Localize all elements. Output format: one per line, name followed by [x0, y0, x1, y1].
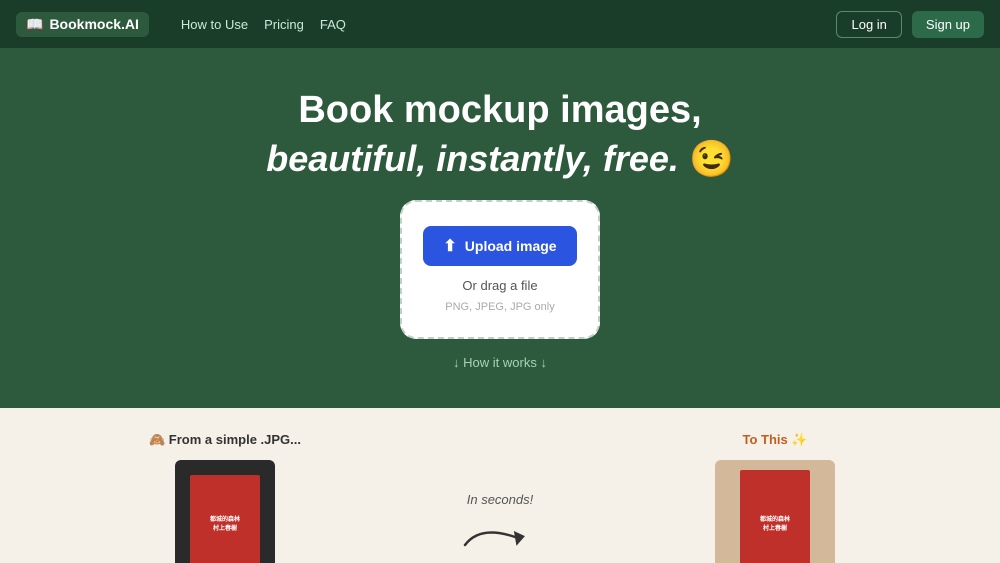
login-button[interactable]: Log in: [836, 11, 901, 38]
how-it-works-link[interactable]: ↓ How it works ↓: [20, 355, 980, 370]
in-seconds-label: In seconds!: [410, 492, 590, 507]
nav-links: How to Use Pricing FAQ: [181, 17, 346, 32]
drag-text: Or drag a file: [422, 278, 578, 293]
navbar-right: Log in Sign up: [836, 11, 984, 38]
navbar: 📖 Bookmock.AI How to Use Pricing FAQ Log…: [0, 0, 1000, 48]
main-content: Book mockup images, beautiful, instantly…: [0, 0, 1000, 563]
upload-box: ⬆ Upload image Or drag a file PNG, JPEG,…: [400, 200, 600, 339]
bottom-middle: In seconds!: [410, 432, 590, 555]
logo-text: Bookmock.AI: [49, 16, 138, 32]
source-book-text: 都城的森林村上春樹: [210, 516, 240, 534]
logo[interactable]: 📖 Bookmock.AI: [16, 12, 149, 37]
nav-pricing[interactable]: Pricing: [264, 17, 304, 32]
nav-how-to-use[interactable]: How to Use: [181, 17, 248, 32]
to-label: To This ✨: [590, 432, 960, 448]
bottom-from: 🙈 From a simple .JPG... 都城的森林村上春樹: [40, 432, 410, 563]
hero-emoji: 😉: [689, 138, 734, 179]
source-book: 都城的森林村上春樹: [190, 475, 260, 563]
signup-button[interactable]: Sign up: [912, 11, 984, 38]
arrow-container: [410, 515, 590, 555]
upload-icon: ⬆: [443, 236, 456, 256]
from-label: 🙈 From a simple .JPG...: [40, 432, 410, 448]
result-book: 都城的森林村上春樹: [740, 470, 810, 563]
result-book-container: 都城的森林村上春樹: [715, 460, 835, 563]
bottom-to: To This ✨ 都城的森林村上春樹: [590, 432, 960, 563]
logo-icon: 📖: [26, 16, 43, 33]
hero-title-line2: beautiful, instantly, free. 😉: [20, 138, 980, 180]
upload-button[interactable]: ⬆ Upload image: [423, 226, 576, 266]
upload-button-label: Upload image: [465, 238, 557, 254]
result-book-text: 都城的森林村上春樹: [760, 516, 790, 534]
hero-title-line1: Book mockup images,: [20, 88, 980, 134]
hero-section: Book mockup images, beautiful, instantly…: [0, 48, 1000, 408]
nav-faq[interactable]: FAQ: [320, 17, 346, 32]
arrow-icon: [460, 515, 540, 555]
bottom-section: 🙈 From a simple .JPG... 都城的森林村上春樹 In sec…: [0, 408, 1000, 563]
file-types-text: PNG, JPEG, JPG only: [422, 301, 578, 313]
source-book-container: 都城的森林村上春樹: [175, 460, 275, 563]
